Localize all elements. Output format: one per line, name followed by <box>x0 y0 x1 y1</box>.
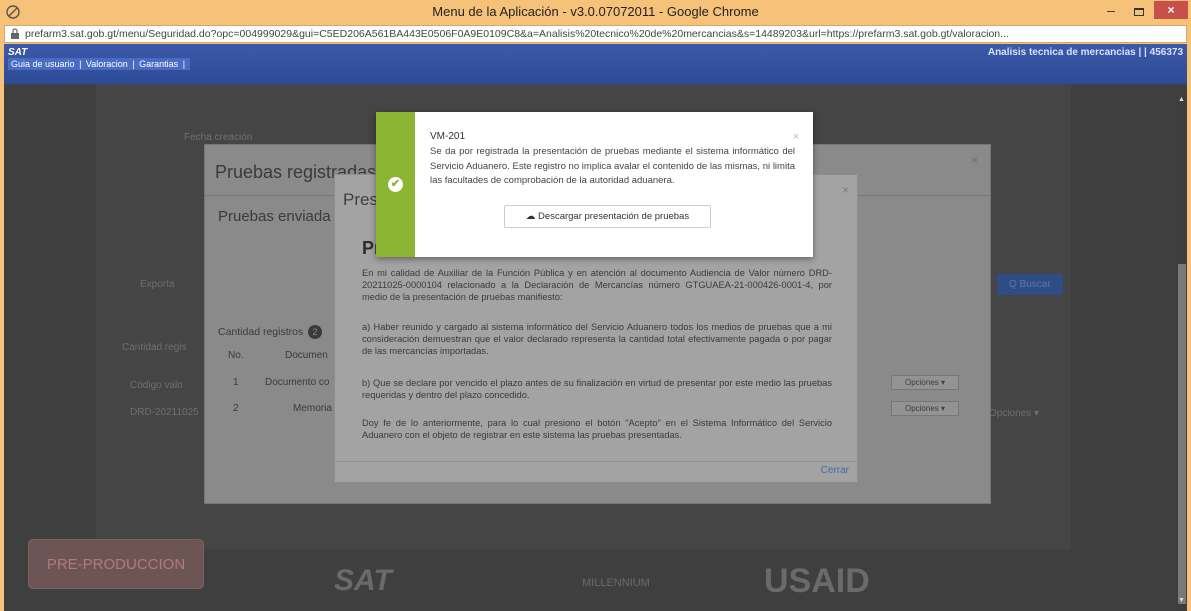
fecha-creacion-label: Fecha creación <box>184 132 253 143</box>
column-no: No. <box>228 350 244 361</box>
nav-garantias[interactable]: Garantias <box>139 59 178 69</box>
url-text: prefarm3.sat.gob.gt/menu/Seguridad.do?op… <box>25 28 1009 40</box>
success-notification: ✔ VM-201 × Se da por registrada la prese… <box>376 112 813 257</box>
codigo-header: Código valo <box>130 380 183 391</box>
nav-separator: | <box>132 59 135 69</box>
row-2-doc: Memoria <box>293 403 332 414</box>
nav-separator: | <box>182 59 186 69</box>
cantidad-label: Cantidad regis <box>122 342 187 353</box>
sat-header: SAT Analisis tecnica de mercancias | | 4… <box>4 44 1187 84</box>
millennium-footer-logo: MILLENNIUM <box>582 577 650 589</box>
nav-guia-usuario[interactable]: Guia de usuario <box>11 59 75 69</box>
modal-close-button[interactable]: × <box>971 153 978 167</box>
module-title: Analisis tecnica de mercancias | | 45637… <box>987 47 1183 58</box>
sat-logo: SAT <box>8 47 28 58</box>
download-icon: ☁ <box>525 211 536 222</box>
presentacion-close-button[interactable]: × <box>842 183 849 197</box>
download-label: Descargar presentación de pruebas <box>538 211 690 222</box>
row-1-doc: Documento co <box>265 377 330 388</box>
paragraph-a: a) Haber reunido y cargado al sistema in… <box>362 322 832 356</box>
row-1-opciones-button[interactable]: Opciones ▾ <box>891 375 959 390</box>
scrollbar-thumb[interactable] <box>1178 264 1186 604</box>
column-documento: Documen <box>285 350 328 361</box>
lock-icon <box>11 28 19 39</box>
nav-separator: | <box>79 59 82 69</box>
notification-message: Se da por registrada la presentación de … <box>430 146 795 187</box>
address-bar: prefarm3.sat.gob.gt/menu/Seguridad.do?op… <box>0 24 1191 44</box>
presentacion-divider <box>335 461 857 462</box>
minimize-button[interactable]: – <box>1098 3 1124 19</box>
usaid-footer-logo: USAID <box>764 562 870 600</box>
row-2-opciones-button[interactable]: Opciones ▾ <box>891 401 959 416</box>
download-presentacion-button[interactable]: ☁ Descargar presentación de pruebas <box>504 205 711 228</box>
window-title: Menu de la Aplicación - v3.0.07072011 - … <box>432 4 759 19</box>
notification-close-button[interactable]: × <box>793 131 799 143</box>
url-field[interactable]: prefarm3.sat.gob.gt/menu/Seguridad.do?op… <box>4 25 1187 43</box>
close-window-button[interactable]: × <box>1154 1 1188 19</box>
drd-cell: DRD-20211025 <box>130 407 199 418</box>
count-badge: 2 <box>308 325 323 339</box>
sat-footer-logo: SAT <box>334 564 392 597</box>
row-1-no: 1 <box>233 377 239 388</box>
count-label: Cantidad registros <box>218 326 304 338</box>
opciones-background-button[interactable]: Opciones ▾ <box>989 408 1039 419</box>
nav-valoracion[interactable]: Valoracion <box>86 59 128 69</box>
pre-produccion-badge: PRE-PRODUCCION <box>28 539 204 589</box>
cantidad-registros: Cantidad registros 2 <box>218 325 323 339</box>
cerrar-button[interactable]: Cerrar <box>821 465 849 476</box>
scroll-up-arrow-icon[interactable]: ▲ <box>1176 96 1187 106</box>
maximize-icon <box>1134 8 1144 16</box>
buscar-button[interactable]: Q Buscar <box>997 274 1063 295</box>
paragraph-intro: En mi calidad de Auxiliar de la Función … <box>362 268 832 302</box>
top-nav: Guia de usuario | Valoracion | Garantias… <box>8 58 191 70</box>
web-page: SAT Analisis tecnica de mercancias | | 4… <box>4 44 1187 611</box>
window-titlebar: Menu de la Aplicación - v3.0.07072011 - … <box>0 0 1191 24</box>
notification-code: VM-201 <box>430 131 466 142</box>
paragraph-b: b) Que se declare por vencido el plazo a… <box>362 378 832 400</box>
row-2-no: 2 <box>233 403 239 414</box>
paragraph-fe: Doy fe de lo anteriormente, para lo cual… <box>362 418 832 440</box>
pruebas-enviadas-title: Pruebas enviada <box>218 208 331 225</box>
maximize-button[interactable] <box>1126 3 1152 19</box>
scroll-down-arrow-icon[interactable]: ▼ <box>1176 597 1187 607</box>
exportar-button[interactable]: Exporta <box>140 279 174 290</box>
check-circle-icon: ✔ <box>388 177 403 192</box>
presentacion-modal-title: Pres <box>343 190 378 209</box>
